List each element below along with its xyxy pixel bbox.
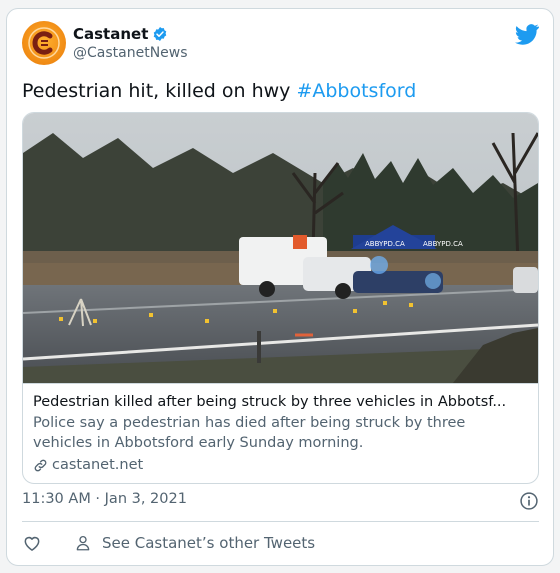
tweet-text-body: Pedestrian hit, killed on hwy — [22, 80, 297, 102]
link-icon — [34, 459, 47, 471]
article-photo[interactable]: ABBYPD.CA ABBYPD.CA — [23, 113, 538, 383]
heart-icon[interactable] — [22, 533, 42, 553]
link-domain[interactable]: castanet.net — [52, 455, 143, 475]
link-card-body[interactable]: Pedestrian killed after being struck by … — [23, 383, 538, 483]
tent-label-right: ABBYPD.CA — [423, 240, 463, 248]
tent-label-left: ABBYPD.CA — [365, 240, 405, 248]
author-name[interactable]: Castanet — [73, 25, 148, 43]
castanet-logo — [28, 27, 60, 59]
link-domain-row[interactable]: castanet.net — [33, 455, 528, 475]
info-icon[interactable] — [519, 491, 539, 511]
divider — [22, 521, 539, 522]
link-preview-card[interactable]: ABBYPD.CA ABBYPD.CA Pedestrian killed af… — [22, 112, 539, 484]
person-icon — [76, 535, 90, 551]
tweet-text: Pedestrian hit, killed on hwy #Abbotsfor… — [22, 79, 416, 103]
link-description: Police say a pedestrian has died after b… — [33, 415, 466, 451]
author-name-row[interactable]: Castanet — [73, 25, 168, 43]
link-title[interactable]: Pedestrian killed after being struck by … — [33, 392, 528, 412]
tweet-timestamp[interactable]: 11:30 AM · Jan 3, 2021 — [22, 491, 187, 507]
author-handle[interactable]: @CastanetNews — [73, 45, 188, 61]
avatar[interactable] — [22, 21, 66, 65]
tweet-card: Castanet @CastanetNews Pedestrian hit, k… — [6, 8, 554, 566]
see-other-tweets-link[interactable]: See Castanet’s other Tweets — [74, 534, 315, 552]
twitter-bird-icon[interactable] — [515, 23, 539, 45]
see-other-tweets-label[interactable]: See Castanet’s other Tweets — [102, 534, 315, 552]
hashtag-link[interactable]: #Abbotsford — [296, 80, 416, 102]
verified-badge-icon — [154, 27, 167, 41]
tweet-actions: See Castanet’s other Tweets — [22, 531, 539, 555]
